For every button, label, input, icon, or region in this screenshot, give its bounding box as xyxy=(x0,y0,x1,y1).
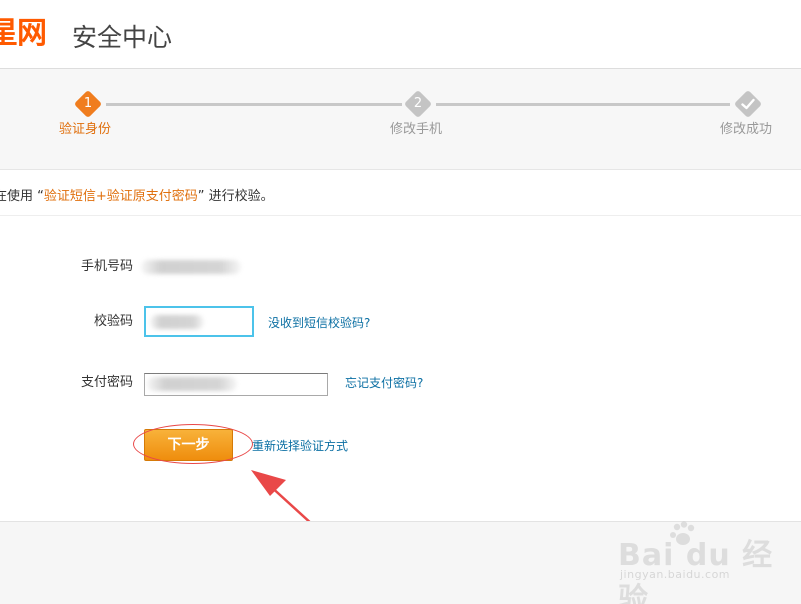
verification-method-info: 在使用 “验证短信+验证原支付密码” 进行校验。 xyxy=(0,187,274,207)
step-2-label: 修改手机 xyxy=(390,122,443,137)
watermark-url: jingyan.baidu.com xyxy=(620,568,731,581)
check-icon xyxy=(741,98,755,110)
code-label: 校验码 xyxy=(93,314,133,329)
baidu-jingyan-watermark: Bai du 经验 jingyan.baidu.com xyxy=(612,518,792,604)
info-method: 验证短信+验证原支付密码 xyxy=(43,189,198,204)
logo-text: 星网 xyxy=(0,16,47,51)
page-title: 安全中心 xyxy=(72,23,173,52)
security-center-page: 星网 安全中心 1 验证身份 2 修改手机 修改成功 在使用 “验证短信+验证原… xyxy=(0,0,801,604)
step-1-label: 验证身份 xyxy=(59,122,112,137)
pay-password-label: 支付密码 xyxy=(80,375,133,390)
resend-code-link[interactable]: 没收到短信校验码? xyxy=(268,314,370,332)
divider xyxy=(0,215,801,216)
info-prefix: 在使用 “ xyxy=(0,189,44,204)
pay-password-input[interactable] xyxy=(144,373,328,396)
pay-password-masked-value xyxy=(147,377,237,391)
next-step-button[interactable]: 下一步 xyxy=(144,429,233,461)
phone-number-masked xyxy=(141,260,241,274)
step-3-marker xyxy=(733,89,763,119)
step-2-marker: 2 xyxy=(403,89,433,119)
step-3-label: 修改成功 xyxy=(720,122,773,137)
watermark-logo: Bai du 经验 xyxy=(618,538,774,604)
forgot-pay-password-link[interactable]: 忘记支付密码? xyxy=(345,374,423,392)
info-suffix: ” 进行校验。 xyxy=(197,189,274,204)
step-progress-bar: 1 验证身份 2 修改手机 修改成功 xyxy=(0,69,801,170)
step-connector-2 xyxy=(436,103,730,106)
step-connector-1 xyxy=(106,103,402,106)
step-2-number: 2 xyxy=(413,96,423,111)
reselect-method-link[interactable]: 重新选择验证方式 xyxy=(252,437,348,455)
step-1-number: 1 xyxy=(83,96,93,111)
code-masked-value xyxy=(150,315,204,329)
phone-label: 手机号码 xyxy=(80,259,133,274)
header: 星网 安全中心 xyxy=(0,0,801,69)
site-logo[interactable]: 星网 xyxy=(0,14,47,54)
step-1-marker: 1 xyxy=(73,89,103,119)
code-input[interactable] xyxy=(144,306,254,337)
